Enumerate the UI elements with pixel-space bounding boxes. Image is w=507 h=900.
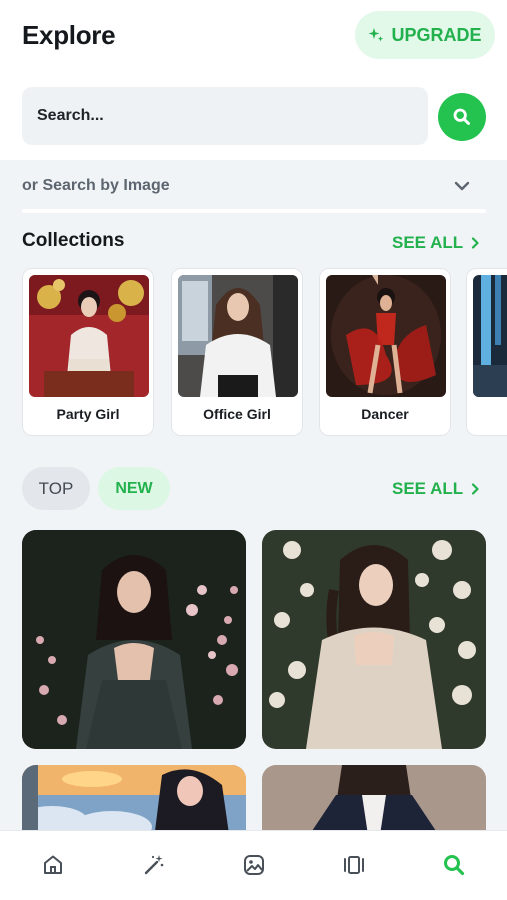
nav-create[interactable] bbox=[138, 849, 170, 881]
feed-image[interactable] bbox=[22, 530, 246, 749]
magic-wand-icon bbox=[144, 855, 164, 875]
search-input[interactable] bbox=[37, 107, 428, 125]
bottom-nav bbox=[0, 830, 507, 900]
chevron-right-icon bbox=[472, 483, 479, 495]
home-icon bbox=[44, 855, 62, 874]
collections-carousel[interactable]: Party Girl Office Girl Dancer bbox=[22, 268, 507, 438]
nav-home[interactable] bbox=[37, 849, 69, 881]
chevron-down-icon bbox=[454, 181, 470, 191]
nav-search[interactable] bbox=[438, 849, 470, 881]
carousel-icon bbox=[344, 856, 364, 874]
see-all-label: SEE ALL bbox=[392, 233, 464, 252]
sparkle-icon bbox=[368, 28, 384, 42]
image-search-label: or Search by Image bbox=[22, 177, 170, 194]
explore-screen: Explore UPGRADE or Search by Image Colle… bbox=[0, 0, 507, 900]
nav-gallery[interactable] bbox=[238, 849, 270, 881]
see-all-label: SEE ALL bbox=[392, 479, 464, 498]
collection-label: Office Girl bbox=[203, 406, 271, 422]
page-title: Explore bbox=[22, 20, 116, 50]
image-search-toggle[interactable]: or Search by Image bbox=[22, 172, 486, 200]
header: Explore UPGRADE bbox=[0, 0, 507, 160]
chevron-right-icon bbox=[472, 237, 479, 249]
tab-new[interactable]: NEW bbox=[98, 467, 170, 510]
collections-see-all-link[interactable]: SEE ALL bbox=[392, 233, 479, 253]
search-button[interactable] bbox=[438, 93, 486, 141]
nav-carousel[interactable] bbox=[338, 849, 370, 881]
feed-see-all-link[interactable]: SEE ALL bbox=[392, 479, 479, 499]
divider bbox=[22, 209, 486, 213]
collection-card-office-girl[interactable]: Office Girl bbox=[171, 268, 303, 436]
collection-card-partial[interactable] bbox=[466, 268, 507, 436]
upgrade-label: UPGRADE bbox=[391, 24, 482, 45]
collections-title: Collections bbox=[22, 230, 125, 251]
collection-label: Party Girl bbox=[56, 406, 120, 422]
search-icon bbox=[444, 855, 465, 876]
collection-card-dancer[interactable]: Dancer bbox=[319, 268, 451, 436]
collection-thumbnail bbox=[326, 275, 446, 397]
collection-thumbnail bbox=[473, 275, 507, 397]
collection-label: Dancer bbox=[361, 406, 409, 422]
search-field[interactable] bbox=[22, 87, 428, 145]
tab-top[interactable]: TOP bbox=[22, 467, 90, 510]
search-icon bbox=[453, 108, 470, 125]
collection-thumbnail bbox=[29, 275, 149, 397]
image-icon bbox=[244, 855, 264, 875]
upgrade-button[interactable]: UPGRADE bbox=[355, 11, 495, 59]
collection-card-party-girl[interactable]: Party Girl bbox=[22, 268, 154, 436]
feed-image[interactable] bbox=[262, 530, 486, 749]
collection-thumbnail bbox=[178, 275, 298, 397]
